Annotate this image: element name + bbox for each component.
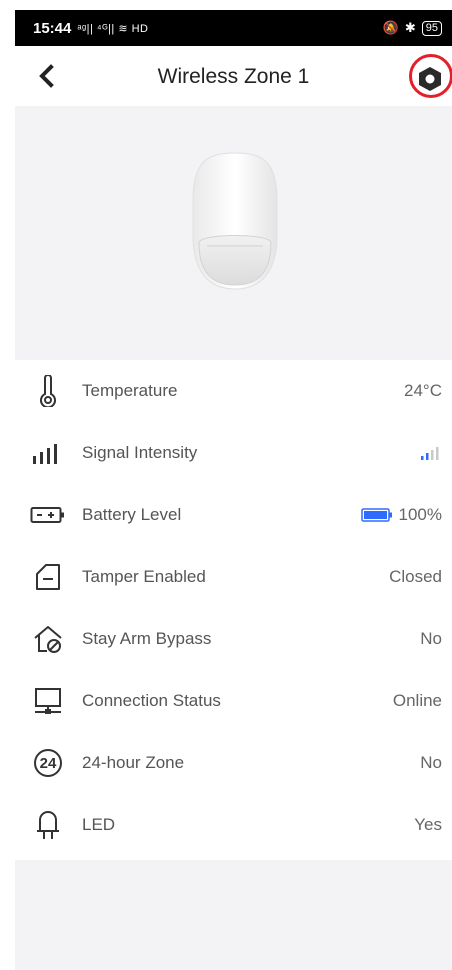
signal-bars-icon: [29, 437, 67, 469]
list-item-value: Online: [392, 691, 442, 710]
settings-hexagon-icon: [419, 67, 441, 91]
device-image-area: [15, 106, 452, 359]
status-list: Temperature 24°C Signal Intensity Batter…: [15, 360, 452, 860]
mute-icon: 🔕: [382, 20, 399, 35]
list-item-value: Closed: [389, 567, 442, 586]
header-bar: Wireless Zone 1: [15, 46, 452, 106]
list-item-label: Tamper Enabled: [82, 567, 206, 586]
bluetooth-icon: ✱: [404, 20, 416, 35]
list-item-temperature: Temperature 24°C: [15, 360, 452, 422]
battery-status: 95: [421, 20, 442, 36]
network-indicators: ᵃᵍ|| ⁴ᴳ|| ≋ HD: [77, 22, 149, 35]
battery-icon: [29, 499, 67, 531]
list-item-stay-arm-bypass: Stay Arm Bypass No: [15, 608, 452, 670]
list-item-tamper: Tamper Enabled Closed: [15, 546, 452, 608]
list-item-battery: Battery Level 100%: [15, 484, 452, 546]
list-item-value: Yes: [414, 815, 442, 834]
list-item-label: Stay Arm Bypass: [82, 629, 212, 648]
tamper-icon: [29, 561, 67, 593]
list-item-value: [420, 446, 442, 460]
list-item-label: 24-hour Zone: [82, 753, 185, 772]
24-hour-icon: 24: [29, 747, 67, 779]
list-item-label: Temperature: [82, 381, 178, 400]
battery-level-icon: [360, 508, 392, 522]
home-bypass-icon: [29, 623, 67, 655]
status-bar: 15:44 ᵃᵍ|| ⁴ᴳ|| ≋ HD 🔕 ✱ 95: [15, 10, 452, 46]
list-item-connection-status: Connection Status Online: [15, 670, 452, 732]
status-time: 15:44: [33, 19, 72, 37]
app-screen: 15:44 ᵃᵍ|| ⁴ᴳ|| ≋ HD 🔕 ✱ 95 Wireless Zon…: [15, 10, 452, 970]
thermometer-icon: [29, 375, 67, 407]
list-item-signal: Signal Intensity: [15, 422, 452, 484]
list-item-value: 100%: [360, 505, 442, 525]
signal-strength-icon: [421, 447, 439, 460]
list-item-led: LED Yes: [15, 794, 452, 856]
battery-percent: 100%: [398, 505, 442, 524]
monitor-network-icon: [29, 685, 67, 717]
list-item-24-hour-zone: 24 24-hour Zone No: [15, 732, 452, 794]
status-right: 🔕 ✱ 95: [383, 20, 442, 36]
list-item-label: Battery Level: [82, 505, 182, 524]
list-item-value: 24°C: [404, 381, 442, 400]
settings-button[interactable]: [415, 64, 445, 94]
list-item-value: No: [420, 753, 442, 772]
list-item-value: No: [420, 629, 442, 648]
24-hour-badge: 24: [34, 749, 62, 777]
led-icon: [29, 809, 67, 841]
list-item-label: Signal Intensity: [82, 443, 198, 462]
list-item-label: Connection Status: [82, 691, 221, 710]
list-item-label: LED: [82, 815, 116, 834]
motion-sensor-image: [192, 152, 278, 290]
page-title: Wireless Zone 1: [157, 65, 310, 88]
